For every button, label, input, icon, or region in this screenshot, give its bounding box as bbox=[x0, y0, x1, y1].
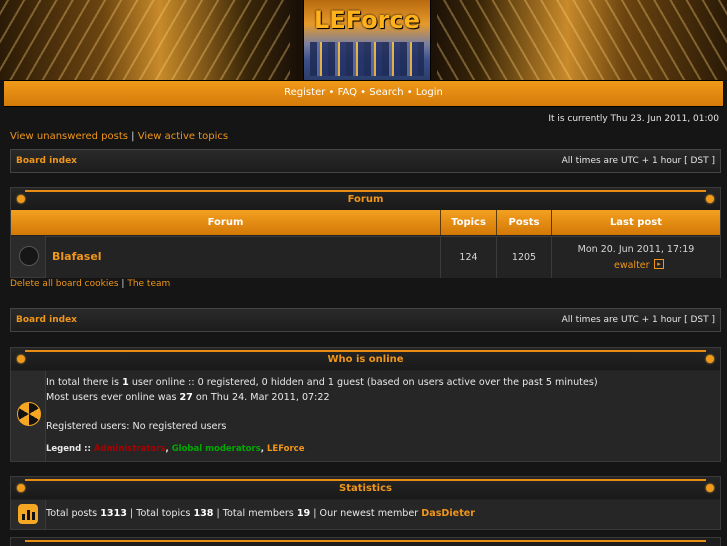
quick-links: View unanswered posts | View active topi… bbox=[10, 131, 228, 142]
forum-topics-count: 124 bbox=[459, 252, 478, 263]
logo-text: LEForce bbox=[314, 6, 420, 34]
total-posts: 1313 bbox=[100, 508, 127, 519]
faq-link[interactable]: FAQ bbox=[338, 87, 357, 98]
col-topics: Topics bbox=[441, 210, 497, 235]
footer-links: Delete all board cookies | The team bbox=[10, 279, 170, 289]
board-statistics: Total posts 1313 | Total topics 138 | To… bbox=[46, 508, 476, 519]
bar-chart-icon bbox=[18, 504, 38, 524]
registered-users: Registered users: No registered users bbox=[46, 421, 227, 432]
view-latest-post-icon[interactable]: ▸ bbox=[654, 259, 664, 269]
current-time: It is currently Thu 23. Jun 2011, 01:00 bbox=[548, 114, 719, 124]
timezone-text: All times are UTC + 1 hour [ DST ] bbox=[561, 156, 715, 166]
search-link[interactable]: Search bbox=[369, 87, 403, 98]
online-summary: In total there is 1 user online :: 0 reg… bbox=[46, 377, 598, 388]
header-left-graphic bbox=[0, 0, 290, 80]
group-legend: Legend :: Administrators, Global moderat… bbox=[46, 444, 305, 454]
view-unanswered-link[interactable]: View unanswered posts bbox=[10, 131, 128, 142]
view-active-link[interactable]: View active topics bbox=[138, 131, 228, 142]
legend-leforce-link[interactable]: LEForce bbox=[267, 444, 305, 454]
col-posts: Posts bbox=[497, 210, 552, 235]
nav-separator: • bbox=[356, 87, 370, 98]
newest-member-link[interactable]: DasDieter bbox=[421, 508, 475, 519]
col-last-post: Last post bbox=[552, 210, 720, 235]
stats-panel-title: Statistics bbox=[339, 483, 392, 494]
register-link[interactable]: Register bbox=[284, 87, 325, 98]
link-separator: | bbox=[127, 131, 138, 142]
forum-panel-title-bar: Forum bbox=[11, 188, 720, 210]
timezone-text: All times are UTC + 1 hour [ DST ] bbox=[561, 315, 715, 325]
nav-separator: • bbox=[325, 87, 338, 98]
forum-status-icon bbox=[19, 246, 39, 266]
legend-administrators-link[interactable]: Administrators bbox=[94, 444, 166, 454]
forum-posts-count: 1205 bbox=[511, 252, 537, 263]
logo-crowd-graphic bbox=[310, 42, 424, 76]
link-separator: | bbox=[118, 279, 128, 289]
main-navbar: Register • FAQ • Search • Login bbox=[4, 80, 723, 107]
last-post-user-link[interactable]: ewalter bbox=[614, 260, 650, 271]
forum-panel-title: Forum bbox=[347, 194, 384, 205]
legend-global-moderators-link[interactable]: Global moderators bbox=[172, 444, 261, 454]
total-topics: 138 bbox=[193, 508, 214, 519]
who-is-online-panel: Who is online In total there is 1 user o… bbox=[10, 347, 721, 462]
site-header: LEForce bbox=[0, 0, 727, 80]
radiation-icon bbox=[17, 402, 41, 426]
forum-panel: Forum Forum Topics Posts Last post Blafa… bbox=[10, 187, 721, 278]
total-members: 19 bbox=[296, 508, 311, 519]
nav-separator: • bbox=[403, 87, 416, 98]
col-forum: Forum bbox=[11, 210, 441, 235]
board-index-link[interactable]: Board index bbox=[16, 156, 77, 166]
board-index-link[interactable]: Board index bbox=[16, 315, 77, 325]
site-logo[interactable]: LEForce bbox=[303, 0, 431, 80]
breadcrumb-bar: Board index All times are UTC + 1 hour [… bbox=[10, 149, 721, 173]
last-post-date: Mon 20. Jun 2011, 17:19 bbox=[577, 244, 695, 255]
delete-cookies-link[interactable]: Delete all board cookies bbox=[10, 279, 119, 289]
header-right-graphic bbox=[437, 0, 727, 80]
breadcrumb-bar-bottom: Board index All times are UTC + 1 hour [… bbox=[10, 308, 721, 332]
online-panel-title-bar: Who is online bbox=[11, 348, 720, 370]
online-panel-title: Who is online bbox=[327, 354, 404, 365]
record-online: Most users ever online was 27 on Thu 24.… bbox=[46, 392, 330, 403]
the-team-link[interactable]: The team bbox=[127, 279, 170, 289]
stats-panel-title-bar: Statistics bbox=[11, 477, 720, 499]
login-link[interactable]: Login bbox=[416, 87, 443, 98]
statistics-panel: Statistics Total posts 1313 | Total topi… bbox=[10, 476, 721, 530]
forum-link-blafasel[interactable]: Blafasel bbox=[52, 250, 102, 263]
